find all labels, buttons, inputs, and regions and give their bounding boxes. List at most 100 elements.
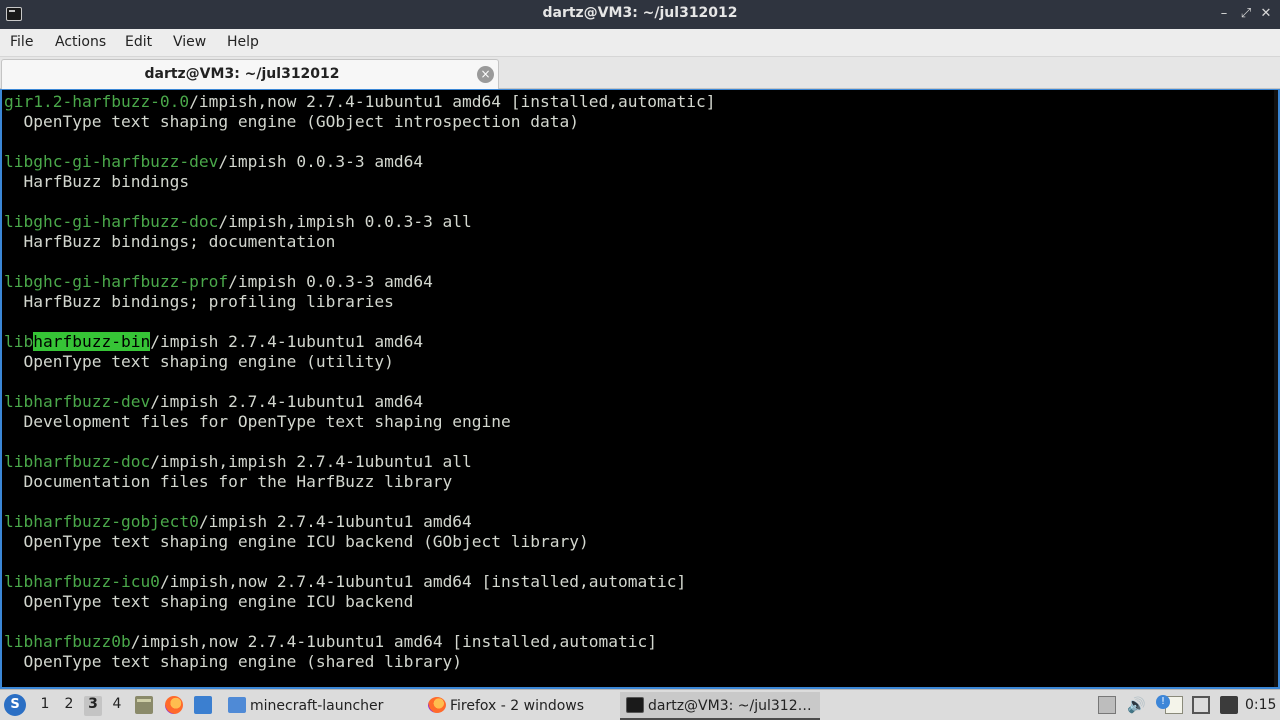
taskbar: S 1 2 3 4 minecraft-launcher Firefox - 2… bbox=[0, 689, 1280, 720]
terminal-line: Development files for OpenType text shap… bbox=[4, 412, 715, 432]
volume-icon[interactable]: 🔊 bbox=[1127, 696, 1146, 714]
terminal-output[interactable]: gir1.2-harfbuzz-0.0/impish,now 2.7.4-1ub… bbox=[0, 89, 1280, 689]
search-highlight: harfbuzz-bin bbox=[33, 332, 151, 351]
workspace-3[interactable]: 3 bbox=[84, 696, 102, 716]
package-description: HarfBuzz bindings; documentation bbox=[4, 232, 336, 251]
package-description: OpenType text shaping engine ICU backend bbox=[4, 592, 414, 611]
task-firefox[interactable]: Firefox - 2 windows bbox=[426, 692, 612, 720]
terminal-line: libharfbuzz-dev/impish 2.7.4-1ubuntu1 am… bbox=[4, 392, 715, 412]
package-version: /impish 2.7.4-1ubuntu1 amd64 bbox=[150, 392, 424, 411]
package-version: /impish 2.7.4-1ubuntu1 amd64 bbox=[150, 332, 424, 351]
terminal-line: libghc-gi-harfbuzz-prof/impish 0.0.3-3 a… bbox=[4, 272, 715, 292]
tab-terminal[interactable]: dartz@VM3: ~/jul312012 × bbox=[1, 59, 499, 89]
terminal-line: OpenType text shaping engine (utility) bbox=[4, 352, 715, 372]
package-description: OpenType text shaping engine (utility) bbox=[4, 352, 394, 371]
minimize-button[interactable]: – bbox=[1216, 6, 1232, 22]
terminal-line: libharfbuzz-icu0/impish,now 2.7.4-1ubunt… bbox=[4, 572, 715, 592]
terminal-line: libghc-gi-harfbuzz-doc/impish,impish 0.0… bbox=[4, 212, 715, 232]
terminal-line: Documentation files for the HarfBuzz lib… bbox=[4, 472, 715, 492]
show-desktop-icon[interactable] bbox=[194, 696, 212, 714]
package-version: /impish,now 2.7.4-1ubuntu1 amd64 [instal… bbox=[189, 92, 716, 111]
clock[interactable]: 0:15 bbox=[1245, 697, 1276, 713]
workspace-1[interactable]: 1 bbox=[36, 696, 54, 716]
package-version: /impish,impish 2.7.4-1ubuntu1 all bbox=[150, 452, 472, 471]
maximize-button[interactable]: ⤢ bbox=[1238, 6, 1254, 22]
package-version: /impish,now 2.7.4-1ubuntu1 amd64 [instal… bbox=[159, 572, 687, 591]
package-version: /impish,now 2.7.4-1ubuntu1 amd64 [instal… bbox=[130, 632, 657, 651]
package-version: /impish 0.0.3-3 amd64 bbox=[218, 152, 424, 171]
package-description: OpenType text shaping engine (GObject in… bbox=[4, 112, 579, 131]
terminal-line: HarfBuzz bindings; documentation bbox=[4, 232, 715, 252]
task-label: Firefox - 2 windows bbox=[450, 698, 585, 714]
folder-icon bbox=[228, 697, 246, 713]
package-name: libharfbuzz-gobject0 bbox=[4, 512, 199, 531]
package-name: libghc-gi-harfbuzz-doc bbox=[4, 212, 219, 231]
tab-close-icon[interactable]: × bbox=[477, 66, 494, 83]
terminal-line: OpenType text shaping engine (GObject in… bbox=[4, 112, 715, 132]
firefox-icon[interactable] bbox=[165, 696, 183, 714]
menu-view[interactable]: View bbox=[173, 34, 206, 50]
menu-actions[interactable]: Actions bbox=[55, 34, 106, 50]
package-name: libharfbuzz-dev bbox=[4, 392, 151, 411]
workspace-2[interactable]: 2 bbox=[60, 696, 78, 716]
firefox-task-icon bbox=[428, 697, 446, 713]
keyboard-tray-icon[interactable] bbox=[1098, 696, 1116, 714]
terminal-line: libharfbuzz-doc/impish,impish 2.7.4-1ubu… bbox=[4, 452, 715, 472]
terminal-line: OpenType text shaping engine ICU backend bbox=[4, 592, 715, 612]
terminal-line: OpenType text shaping engine ICU backend… bbox=[4, 532, 715, 552]
package-description: HarfBuzz bindings; profiling libraries bbox=[4, 292, 394, 311]
terminal-line: libharfbuzz0b/impish,now 2.7.4-1ubuntu1 … bbox=[4, 632, 715, 652]
package-description: OpenType text shaping engine ICU backend… bbox=[4, 532, 589, 551]
package-name: lib bbox=[4, 332, 34, 351]
file-manager-icon[interactable] bbox=[135, 696, 153, 714]
package-version: /impish 0.0.3-3 amd64 bbox=[228, 272, 433, 291]
terminal-line: libghc-gi-harfbuzz-dev/impish 0.0.3-3 am… bbox=[4, 152, 715, 172]
display-icon[interactable] bbox=[1192, 696, 1210, 714]
update-notifier-icon[interactable]: ! bbox=[1156, 695, 1170, 709]
package-description: OpenType text shaping engine (shared lib… bbox=[4, 652, 463, 671]
menu-help[interactable]: Help bbox=[227, 34, 259, 50]
network-icon[interactable] bbox=[1220, 696, 1238, 714]
terminal-line: libharfbuzz-bin/impish 2.7.4-1ubuntu1 am… bbox=[4, 332, 715, 352]
task-terminal[interactable]: dartz@VM3: ~/jul312… bbox=[620, 692, 820, 720]
tab-bar: dartz@VM3: ~/jul312012 × bbox=[0, 57, 1280, 89]
menu-file[interactable]: File bbox=[10, 34, 33, 50]
package-name: libharfbuzz-doc bbox=[4, 452, 151, 471]
close-button[interactable]: ✕ bbox=[1258, 6, 1274, 22]
package-version: /impish 2.7.4-1ubuntu1 amd64 bbox=[198, 512, 472, 531]
package-name: libharfbuzz-icu0 bbox=[4, 572, 160, 591]
package-name: libghc-gi-harfbuzz-prof bbox=[4, 272, 229, 291]
menu-edit[interactable]: Edit bbox=[125, 34, 152, 50]
package-name: gir1.2-harfbuzz-0.0 bbox=[4, 92, 190, 111]
package-name: libghc-gi-harfbuzz-dev bbox=[4, 152, 219, 171]
task-label: dartz@VM3: ~/jul312… bbox=[648, 698, 812, 714]
tab-label: dartz@VM3: ~/jul312012 bbox=[144, 66, 340, 82]
package-name: libharfbuzz0b bbox=[4, 632, 131, 651]
terminal-line: gir1.2-harfbuzz-0.0/impish,now 2.7.4-1ub… bbox=[4, 92, 715, 112]
terminal-task-icon bbox=[626, 697, 644, 713]
terminal-lines: gir1.2-harfbuzz-0.0/impish,now 2.7.4-1ub… bbox=[4, 92, 715, 672]
package-description: HarfBuzz bindings bbox=[4, 172, 190, 191]
package-description: Documentation files for the HarfBuzz lib… bbox=[4, 472, 453, 491]
terminal-line: libharfbuzz-gobject0/impish 2.7.4-1ubunt… bbox=[4, 512, 715, 532]
terminal-line: OpenType text shaping engine (shared lib… bbox=[4, 652, 715, 672]
task-minecraft-launcher[interactable]: minecraft-launcher bbox=[226, 692, 412, 720]
package-description: Development files for OpenType text shap… bbox=[4, 412, 511, 431]
menu-bar: File Actions Edit View Help bbox=[0, 29, 1280, 57]
package-version: /impish,impish 0.0.3-3 all bbox=[218, 212, 472, 231]
start-menu-icon[interactable]: S bbox=[4, 694, 26, 716]
window-title: dartz@VM3: ~/jul312012 bbox=[542, 5, 738, 21]
terminal-scrollbar[interactable] bbox=[1274, 90, 1278, 687]
workspace-4[interactable]: 4 bbox=[108, 696, 126, 716]
terminal-line: HarfBuzz bindings; profiling libraries bbox=[4, 292, 715, 312]
window-titlebar[interactable]: dartz@VM3: ~/jul312012 – ⤢ ✕ bbox=[0, 0, 1280, 29]
